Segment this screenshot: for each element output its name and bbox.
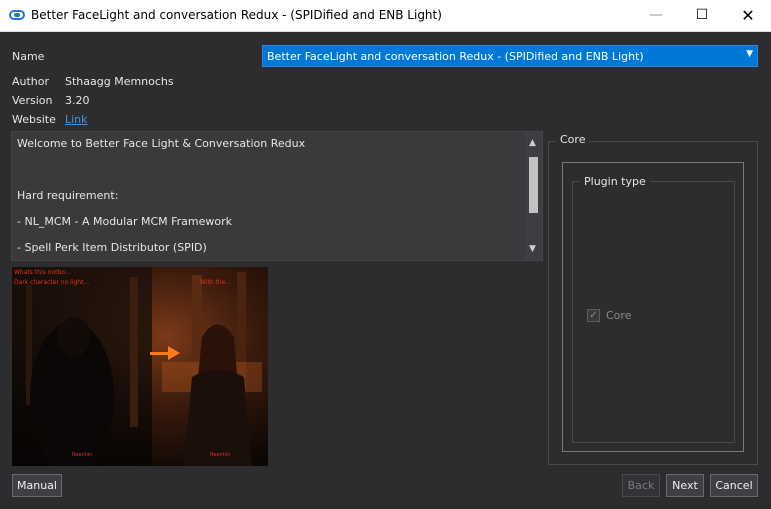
core-checkbox[interactable]: ✓ <box>587 309 600 322</box>
preview-caption-top: Whats this notbo... <box>14 269 71 276</box>
author-label: Author <box>12 75 50 88</box>
preview-caption-bottom-right: Reenhin <box>210 452 230 458</box>
close-button[interactable]: ✕ <box>725 0 771 31</box>
core-option-label: Core <box>606 309 632 322</box>
website-link[interactable]: Link <box>65 113 88 126</box>
app-icon <box>9 10 25 20</box>
name-dropdown[interactable]: Better FaceLight and conversation Redux … <box>262 45 758 67</box>
core-group-title: Core <box>556 133 590 146</box>
chevron-down-icon: ▼ <box>746 49 753 59</box>
description-box[interactable]: Welcome to Better Face Light & Conversat… <box>11 131 543 261</box>
description-line: Hard requirement: <box>17 189 119 202</box>
back-button[interactable]: Back <box>622 474 660 497</box>
preview-caption-bottom-left: Reenhin <box>72 452 92 458</box>
cancel-button[interactable]: Cancel <box>710 474 758 497</box>
title-bar: Better FaceLight and conversation Redux … <box>0 0 771 32</box>
version-label: Version <box>12 94 53 107</box>
description-line: Welcome to Better Face Light & Conversat… <box>17 137 306 150</box>
scroll-down-icon[interactable]: ▼ <box>529 244 536 254</box>
preview-caption-right: With the... <box>200 279 231 286</box>
name-dropdown-value: Better FaceLight and conversation Redux … <box>267 50 644 63</box>
maximize-button[interactable]: ☐ <box>679 0 725 31</box>
plugin-type-title: Plugin type <box>580 175 650 188</box>
description-line: - Spell Perk Item Distributor (SPID) <box>17 241 207 254</box>
name-label: Name <box>12 50 45 63</box>
scroll-thumb[interactable] <box>529 157 538 213</box>
website-label: Website <box>12 113 56 126</box>
minimize-button[interactable]: — <box>633 0 679 31</box>
description-scrollbar[interactable]: ▲ ▼ <box>525 132 542 260</box>
version-value: 3.20 <box>65 94 90 107</box>
window-title: Better FaceLight and conversation Redux … <box>31 8 442 22</box>
manual-button[interactable]: Manual <box>12 474 62 497</box>
preview-caption-top: Dark character no light... <box>14 279 89 286</box>
scroll-up-icon[interactable]: ▲ <box>529 138 536 148</box>
next-button[interactable]: Next <box>666 474 704 497</box>
author-value: Sthaagg Memnochs <box>65 75 174 88</box>
description-line: - NL_MCM - A Modular MCM Framework <box>17 215 233 228</box>
check-icon: ✓ <box>589 310 598 321</box>
preview-image: Whats this notbo... Dark character no li… <box>12 267 268 466</box>
